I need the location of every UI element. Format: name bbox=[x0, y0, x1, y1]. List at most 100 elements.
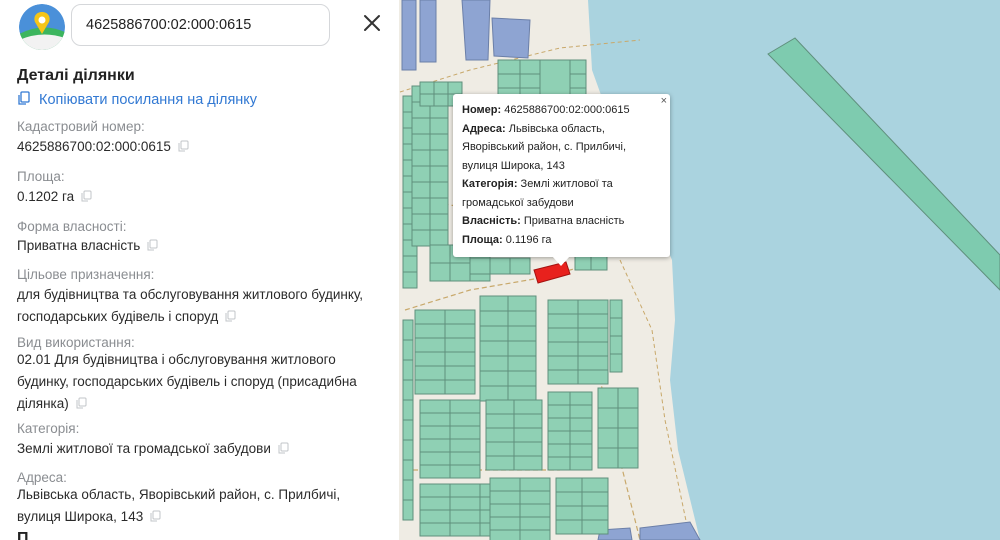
land-parcel bbox=[547, 369, 579, 385]
land-parcel bbox=[569, 417, 593, 432]
land-parcel bbox=[411, 181, 431, 199]
land-parcel bbox=[449, 496, 481, 511]
land-parcel bbox=[547, 456, 571, 471]
land-parcel bbox=[429, 117, 449, 135]
land-parcel bbox=[419, 438, 451, 453]
land-parcel bbox=[547, 341, 579, 357]
land-parcel bbox=[485, 413, 515, 429]
usage-label: Вид використання: bbox=[17, 335, 135, 350]
land-parcel bbox=[547, 327, 579, 343]
ownership-value: Приватна власність bbox=[17, 235, 387, 258]
land-parcel bbox=[479, 325, 509, 342]
land-parcel bbox=[519, 477, 551, 492]
copy-icon[interactable] bbox=[278, 439, 289, 461]
panel-title: Деталі ділянки bbox=[17, 67, 135, 84]
land-parcel bbox=[519, 503, 551, 518]
category-label: Категорія: bbox=[17, 421, 80, 436]
land-parcel bbox=[444, 379, 476, 395]
land-parcel bbox=[402, 359, 414, 381]
land-parcel bbox=[485, 455, 515, 471]
copy-link-button[interactable]: Копіювати посилання на ділянку bbox=[17, 91, 257, 109]
land-parcel bbox=[419, 399, 451, 414]
land-parcel bbox=[597, 427, 619, 449]
copy-icon[interactable] bbox=[76, 394, 87, 416]
close-icon[interactable] bbox=[360, 11, 384, 35]
copy-icon[interactable] bbox=[225, 307, 236, 329]
parcel-details-panel: Деталі ділянки Копіювати посилання на ді… bbox=[0, 0, 399, 540]
land-parcel bbox=[444, 365, 476, 381]
land-parcel bbox=[449, 425, 481, 440]
land-parcel bbox=[402, 271, 418, 289]
land-parcel bbox=[547, 430, 571, 445]
land-parcel bbox=[411, 229, 431, 247]
land-parcel bbox=[577, 313, 609, 329]
land-parcel bbox=[489, 257, 511, 275]
land-parcel bbox=[414, 379, 446, 395]
land-parcel bbox=[411, 133, 431, 151]
copy-icon[interactable] bbox=[150, 507, 161, 529]
land-parcel bbox=[479, 295, 509, 312]
land-parcel bbox=[507, 295, 537, 312]
popup-number-row: Номер: 4625886700:02:000:0615 bbox=[462, 104, 630, 116]
copy-icon[interactable] bbox=[147, 236, 158, 258]
land-parcel bbox=[449, 522, 481, 537]
land-parcel bbox=[581, 505, 609, 521]
land-parcel bbox=[479, 340, 509, 357]
land-parcel bbox=[429, 149, 449, 167]
land-parcel bbox=[419, 93, 435, 107]
land-parcel bbox=[609, 353, 623, 373]
land-parcel bbox=[402, 459, 414, 481]
app-logo[interactable] bbox=[19, 4, 65, 50]
land-parcel bbox=[489, 490, 521, 505]
land-parcel bbox=[402, 255, 418, 273]
land-parcel bbox=[414, 365, 446, 381]
land-parcel bbox=[597, 407, 619, 429]
land-parcel bbox=[429, 181, 449, 199]
land-parcel bbox=[617, 387, 639, 409]
popup-category-row: Категорія: Землі житлової та громадської … bbox=[462, 178, 613, 209]
land-parcel bbox=[519, 490, 551, 505]
cadastral-value: 4625886700:02:000:0615 bbox=[17, 136, 387, 159]
land-parcel bbox=[402, 439, 414, 461]
land-parcel bbox=[402, 419, 414, 441]
next-section-title: П... bbox=[17, 530, 42, 540]
land-parcel bbox=[569, 391, 593, 406]
popup-tip bbox=[552, 256, 570, 266]
land-parcel bbox=[519, 59, 543, 75]
land-parcel bbox=[497, 73, 521, 89]
popup-close-icon[interactable]: × bbox=[661, 94, 667, 108]
land-parcel bbox=[609, 299, 623, 319]
land-parcel bbox=[419, 464, 451, 479]
ownership-label: Форма власності: bbox=[17, 219, 127, 234]
land-parcel bbox=[519, 516, 551, 531]
land-parcel bbox=[402, 399, 414, 421]
land-parcel bbox=[414, 337, 446, 353]
land-parcel bbox=[569, 404, 593, 419]
land-parcel bbox=[444, 309, 476, 325]
land-parcel bbox=[479, 355, 509, 372]
cadastral-label: Кадастровий номер: bbox=[17, 119, 145, 134]
land-parcel bbox=[513, 455, 543, 471]
land-parcel bbox=[449, 412, 481, 427]
land-parcel bbox=[419, 425, 451, 440]
land-parcel bbox=[617, 447, 639, 469]
land-parcel bbox=[577, 327, 609, 343]
land-parcel bbox=[597, 387, 619, 409]
copy-icon[interactable] bbox=[81, 187, 92, 209]
land-parcel bbox=[485, 399, 515, 415]
land-parcel bbox=[617, 427, 639, 449]
search-input[interactable] bbox=[71, 4, 330, 46]
land-parcel bbox=[429, 165, 449, 183]
land-parcel bbox=[513, 427, 543, 443]
land-parcel bbox=[402, 339, 414, 361]
land-parcel bbox=[449, 509, 481, 524]
land-parcel bbox=[449, 438, 481, 453]
land-parcel bbox=[507, 355, 537, 372]
land-parcel bbox=[489, 477, 521, 492]
popup-area-row: Площа: 0.1196 га bbox=[462, 233, 552, 246]
land-parcel bbox=[449, 483, 481, 498]
copy-icon[interactable] bbox=[178, 137, 189, 159]
land-parcel bbox=[513, 413, 543, 429]
address-label: Адреса: bbox=[17, 470, 67, 485]
land-parcel bbox=[411, 197, 431, 215]
